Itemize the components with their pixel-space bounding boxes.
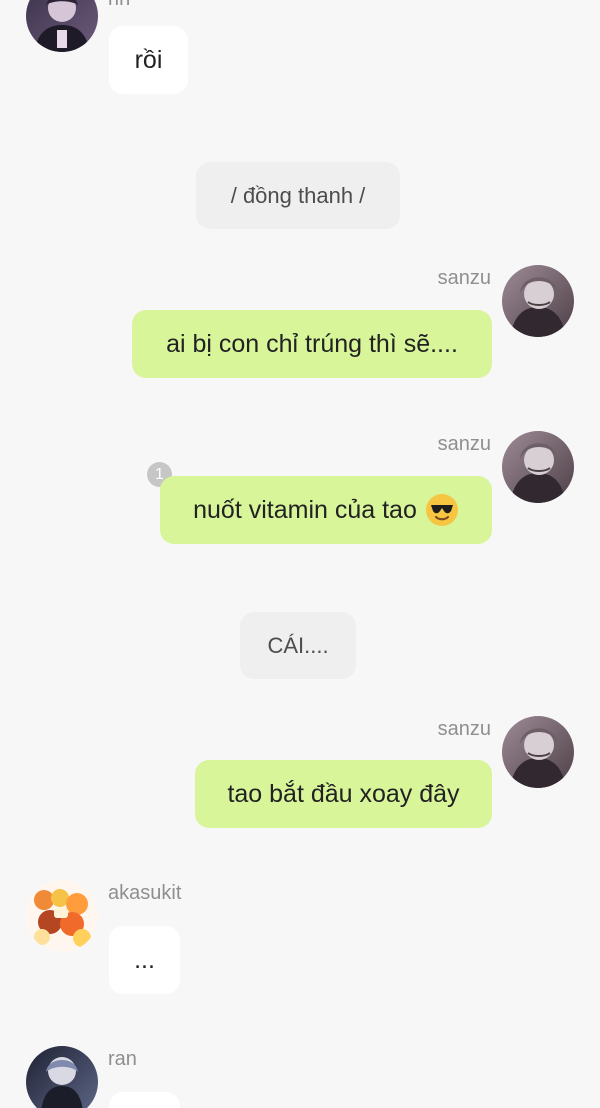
message-text: ai bị con chỉ trúng thì sẽ.... [166,329,458,358]
message-bubble-rin[interactable]: rồi [109,26,188,94]
narration-bubble: / đồng thanh / [196,162,400,229]
sanzu-avatar-icon[interactable] [502,716,574,788]
sanzu-avatar-icon[interactable] [502,431,574,503]
message-text: nuốt vitamin của tao [193,495,417,524]
message-text: tao bắt đầu xoay đây [227,779,460,808]
narration-text: / đồng thanh / [230,182,366,208]
sender-name-rin: rin [108,0,130,11]
sender-name-akasukit: akasukit [108,882,182,904]
message-text: rồi [134,45,163,74]
ran-avatar-icon[interactable] [26,1046,98,1108]
message-bubble-ran[interactable] [109,1092,180,1108]
sanzu-avatar-icon[interactable] [502,265,574,337]
chat-thread[interactable]: rin rồi / đồng thanh / sanzu ai bị con c… [0,0,600,1108]
message-bubble-sanzu[interactable]: nuốt vitamin của tao [160,476,492,544]
narration-text: CÁI.... [267,632,329,658]
sender-name-sanzu: sanzu [437,718,491,740]
message-text: ... [134,945,155,974]
narration-bubble: CÁI.... [240,612,356,679]
sender-name-sanzu: sanzu [437,267,491,289]
message-bubble-sanzu[interactable]: tao bắt đầu xoay đây [195,760,492,828]
sunglasses-emoji-icon [425,493,459,527]
message-bubble-sanzu[interactable]: ai bị con chỉ trúng thì sẽ.... [132,310,492,378]
sender-name-ran: ran [108,1048,137,1070]
akasukit-avatar-icon[interactable] [26,880,98,952]
message-bubble-akasukit[interactable]: ... [109,926,180,994]
sender-name-sanzu: sanzu [437,433,491,455]
rin-avatar-icon[interactable] [26,0,98,52]
